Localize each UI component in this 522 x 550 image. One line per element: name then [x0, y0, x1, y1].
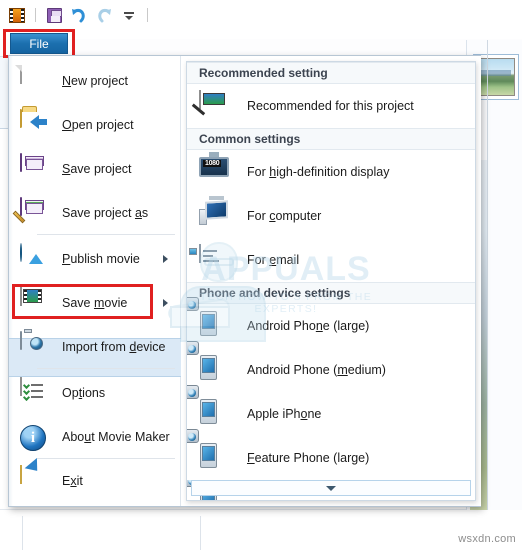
status-bar [0, 510, 522, 550]
menu-item-label: Publish movie [62, 252, 140, 266]
feature-phone-large-icon [187, 429, 233, 473]
chevron-right-icon [163, 255, 168, 263]
submenu-item-label: Apple iPhone [247, 407, 322, 421]
menu-item-label: About Movie Maker [62, 430, 170, 444]
menu-item-label: Exit [62, 474, 83, 488]
toolbar-separator-end [147, 8, 148, 22]
menu-item-exit[interactable]: Exit [14, 458, 180, 500]
submenu-item-recommended-for-this-project[interactable]: Recommended for this project [187, 84, 475, 128]
submenu-item-label: For computer [247, 209, 322, 223]
menu-item-label: Save project [62, 162, 132, 176]
save-movie-submenu-panel: Recommended setting Recommended for this… [181, 56, 481, 506]
submenu-item-label: Feature Phone (large) [247, 451, 370, 465]
customize-quick-access-toolbar-icon[interactable] [118, 4, 140, 26]
status-cell-left [22, 516, 23, 550]
save-movie-icon [20, 287, 52, 318]
submenu-item-android-phone-large[interactable]: Android Phone (large) [187, 297, 475, 348]
file-menu-list: New project Open project Save project Sa… [9, 56, 181, 506]
menu-separator [37, 458, 175, 459]
apple-iphone-icon [187, 385, 233, 429]
menu-left-gradient [9, 56, 13, 506]
submenu-item-for-computer[interactable]: For computer [187, 194, 475, 238]
chevron-down-icon [326, 485, 336, 491]
menu-item-label: Save movie [62, 296, 128, 310]
group-header-recommended-setting: Recommended setting [187, 62, 475, 84]
chevron-right-icon [163, 299, 168, 307]
menu-item-label: Import from device [62, 340, 166, 354]
submenu-item-label: Android Phone (medium) [247, 363, 386, 377]
menu-item-new-project[interactable]: New project [14, 62, 180, 100]
save-icon[interactable] [43, 4, 65, 26]
menu-item-save-movie[interactable]: Save movie [14, 284, 180, 322]
email-icon [189, 244, 233, 275]
submenu-item-label: Android Phone (large) [247, 319, 370, 333]
thumbnail-image [477, 58, 515, 96]
menu-separator [37, 368, 175, 369]
submenu-item-label: For high-definition display [247, 165, 390, 179]
save-project-icon [20, 153, 52, 184]
publish-movie-icon [20, 243, 52, 274]
recommended-setting-icon [191, 90, 233, 121]
submenu-item-android-phone-medium[interactable]: Android Phone (medium) [187, 341, 475, 392]
watermark-site: wsxdn.com [458, 533, 516, 545]
import-from-device-icon [20, 329, 52, 362]
toolbar-separator [35, 8, 36, 22]
menu-item-label: New project [62, 74, 129, 88]
hd-display-icon: 1080 [199, 152, 233, 187]
open-project-icon [20, 109, 52, 140]
redo-icon[interactable] [93, 4, 115, 26]
new-project-icon [20, 65, 52, 96]
file-menu-popup: New project Open project Save project Sa… [8, 55, 481, 507]
menu-item-save-project-as[interactable]: Save project as [12, 194, 180, 232]
computer-icon [199, 196, 233, 231]
submenu-item-for-email[interactable]: For email [187, 238, 475, 282]
menu-item-import-from-device[interactable]: Import from device [14, 328, 180, 366]
menu-separator [37, 234, 175, 235]
submenu-scroll-down-button[interactable] [191, 480, 471, 496]
submenu-item-label: For email [247, 253, 300, 267]
menu-item-label: Open project [62, 118, 134, 132]
menu-item-options[interactable]: Options [14, 374, 180, 412]
android-phone-large-icon [187, 297, 233, 341]
options-icon [20, 377, 52, 408]
group-header-common-settings: Common settings [187, 128, 475, 150]
submenu-item-for-high-definition-display[interactable]: 1080 For high-definition display [187, 150, 475, 194]
exit-icon [20, 458, 52, 496]
storyboard-edge [487, 40, 488, 510]
movie-maker-window: Video Tools File [0, 0, 522, 550]
undo-icon[interactable] [68, 4, 90, 26]
menu-item-save-project[interactable]: Save project [14, 150, 180, 188]
movie-maker-icon[interactable] [6, 4, 28, 26]
quick-access-toolbar [0, 0, 522, 30]
menu-item-label: Save project as [62, 206, 149, 220]
group-header-phone-and-device-settings: Phone and device settings [187, 282, 475, 304]
menu-item-open-project[interactable]: Open project [14, 106, 180, 144]
save-movie-submenu: Recommended setting Recommended for this… [186, 61, 476, 501]
status-cell-right [200, 516, 201, 550]
submenu-item-label: Recommended for this project [247, 99, 414, 113]
menu-item-publish-movie[interactable]: Publish movie [14, 240, 180, 278]
submenu-item-feature-phone-large[interactable]: Feature Phone (large) [187, 429, 475, 480]
about-movie-maker-icon: i [20, 422, 52, 452]
save-project-as-icon [12, 197, 52, 228]
android-phone-medium-icon [187, 341, 233, 385]
menu-item-label: Options [62, 386, 106, 400]
menu-item-about-movie-maker[interactable]: i About Movie Maker [14, 418, 180, 456]
submenu-item-apple-iphone[interactable]: Apple iPhone [187, 385, 475, 436]
file-tab-button[interactable]: File [10, 33, 68, 54]
